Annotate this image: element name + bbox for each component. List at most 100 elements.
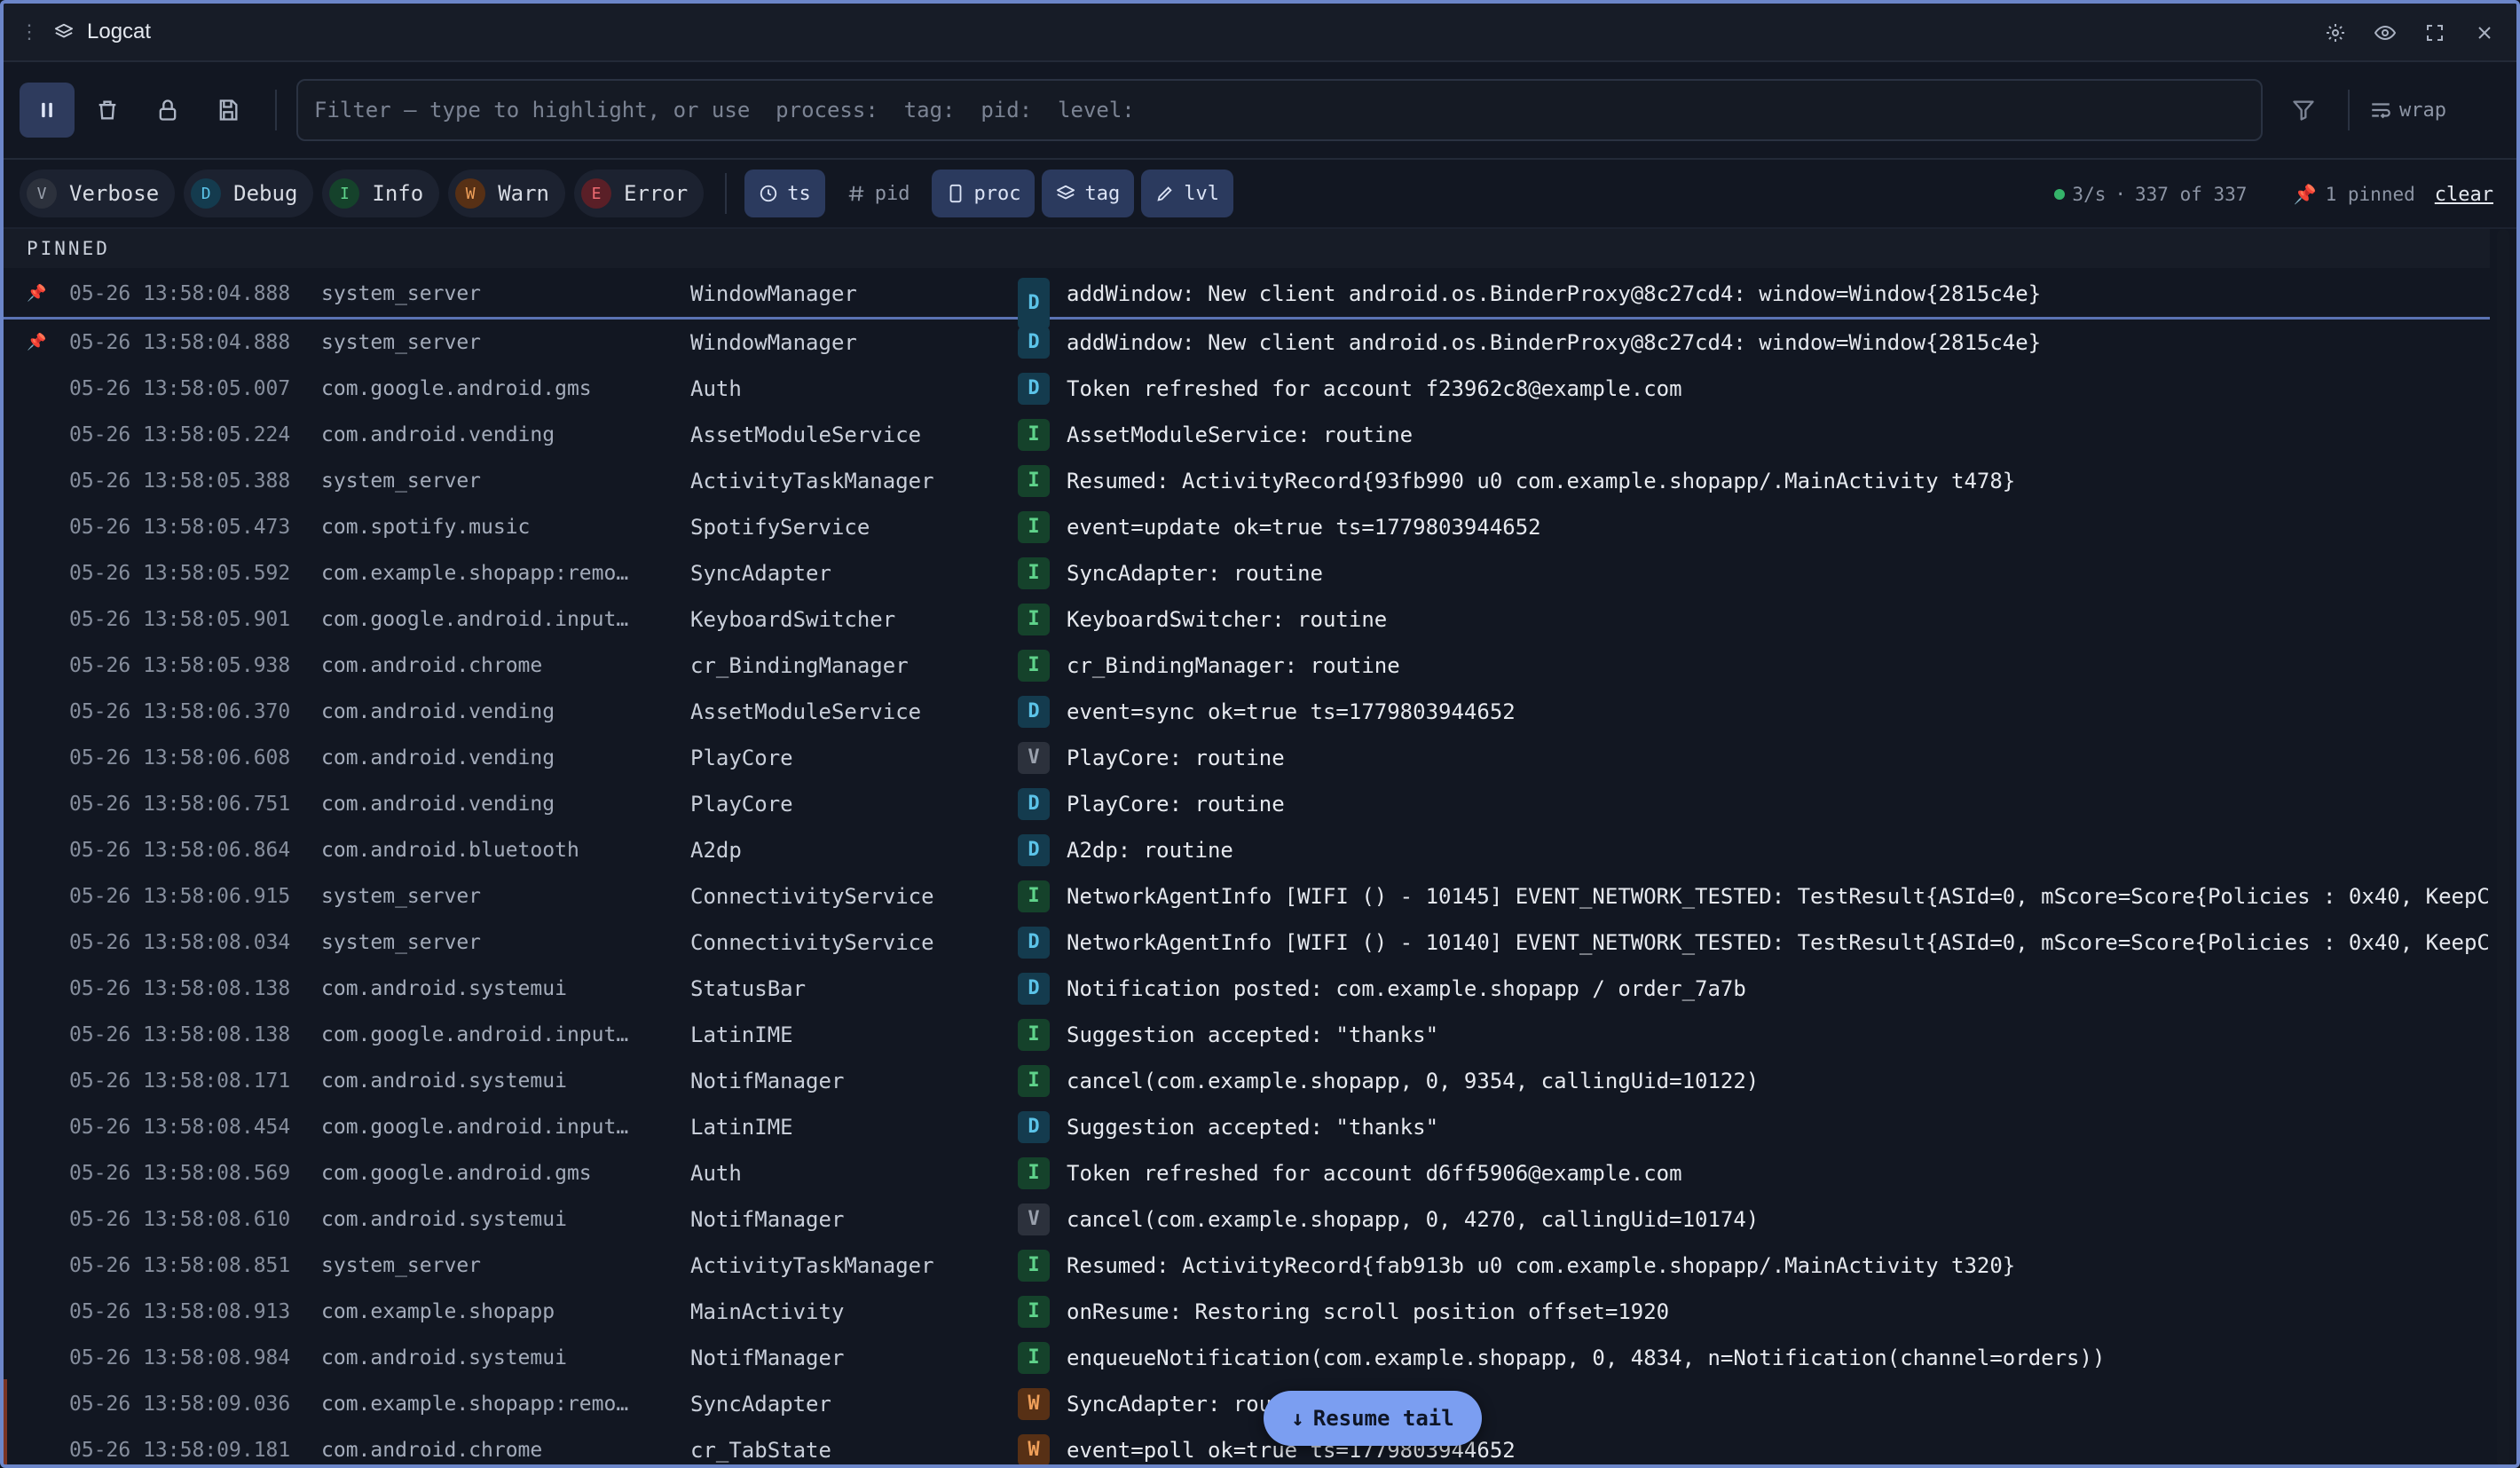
level-badge: W xyxy=(1018,1434,1050,1464)
pin-icon[interactable] xyxy=(27,1243,48,1289)
pin-icon[interactable] xyxy=(27,1104,48,1150)
pin-icon[interactable] xyxy=(27,458,48,504)
pin-icon[interactable] xyxy=(27,689,48,735)
hash-icon xyxy=(847,184,866,203)
pin-icon[interactable] xyxy=(27,919,48,966)
resume-tail-button[interactable]: ↓ Resume tail xyxy=(1264,1391,1482,1446)
pin-icon[interactable] xyxy=(27,1427,48,1464)
level-letter-badge: E xyxy=(581,178,611,209)
pin-icon[interactable] xyxy=(27,366,48,412)
level-badge: I xyxy=(1018,419,1050,451)
process-name: com.android.systemui xyxy=(321,1208,567,1231)
scrollbar[interactable] xyxy=(2490,229,2516,1464)
pin-icon[interactable] xyxy=(27,1381,48,1427)
toolbar: wrap xyxy=(4,62,2516,160)
level-badge: I xyxy=(1018,650,1050,682)
column-toggle-pid[interactable]: pid xyxy=(832,170,925,217)
column-toggle-tag[interactable]: tag xyxy=(1042,170,1135,217)
clear-pins-link[interactable]: clear xyxy=(2435,184,2493,206)
pin-icon[interactable] xyxy=(27,504,48,550)
process-name: com.google.android.inputmet… xyxy=(321,1116,632,1139)
log-row[interactable]: 05-26 13:58:05.388 system_server ActivityT… xyxy=(4,458,2493,504)
level-filter-label: Verbose xyxy=(69,181,160,206)
log-row[interactable]: 05-26 13:58:08.454 com.google.android.inp… xyxy=(4,1104,2493,1150)
log-message: SyncAdapter: routine xyxy=(1067,561,1323,586)
level-filter-warn[interactable]: W Warn xyxy=(448,170,565,217)
log-message: Resumed: ActivityRecord{93fb990 u0 com.e… xyxy=(1067,469,2016,493)
pin-icon[interactable] xyxy=(27,1289,48,1335)
log-row[interactable]: 05-26 13:58:06.915 system_server Connectiv… xyxy=(4,873,2493,919)
scrollbar-thumb[interactable] xyxy=(2497,229,2509,1464)
pin-icon[interactable]: 📌 xyxy=(27,268,48,320)
pinned-row[interactable]: 📌 05-26 13:58:04.888 system_server Windo… xyxy=(4,268,2493,329)
log-row[interactable]: 📌 05-26 13:58:04.888 system_server WindowMa… xyxy=(4,320,2493,366)
wrap-toggle[interactable]: wrap xyxy=(2369,99,2446,122)
pin-icon[interactable] xyxy=(27,412,48,458)
pin-icon[interactable] xyxy=(27,1058,48,1104)
log-row[interactable]: 05-26 13:58:05.007 com.google.android.gms… xyxy=(4,366,2493,412)
save-icon[interactable] xyxy=(201,83,256,138)
lock-icon[interactable] xyxy=(140,83,195,138)
pin-icon[interactable] xyxy=(27,643,48,689)
pause-button[interactable] xyxy=(20,83,75,138)
log-row[interactable]: 05-26 13:58:08.610 com.android.systemui No… xyxy=(4,1196,2493,1243)
level-badge: I xyxy=(1018,557,1050,589)
pin-icon[interactable] xyxy=(27,550,48,596)
filter-input[interactable] xyxy=(296,79,2263,141)
level-badge: I xyxy=(1018,604,1050,635)
drag-handle-icon[interactable]: ⋮ xyxy=(20,22,41,42)
log-row[interactable]: 05-26 13:58:09.181 com.android.chrome cr_T… xyxy=(4,1427,2493,1464)
log-row[interactable]: 05-26 13:58:06.864 com.android.bluetooth A… xyxy=(4,827,2493,873)
log-row[interactable]: 05-26 13:58:08.034 system_server Connectiv… xyxy=(4,919,2493,966)
log-row[interactable]: 05-26 13:58:08.138 com.google.android.inp… xyxy=(4,1012,2493,1058)
log-row[interactable]: 05-26 13:58:08.984 com.android.systemui No… xyxy=(4,1335,2493,1381)
level-filter-info[interactable]: I Info xyxy=(322,170,440,217)
column-toggle-ts[interactable]: ts xyxy=(744,170,825,217)
log-row[interactable]: 05-26 13:58:08.569 com.google.android.gms… xyxy=(4,1150,2493,1196)
settings-gear-icon[interactable] xyxy=(2319,17,2351,49)
log-row[interactable]: 05-26 13:58:05.938 com.android.chrome cr_B… xyxy=(4,643,2493,689)
log-row[interactable]: 05-26 13:58:05.901 com.google.android.inp… xyxy=(4,596,2493,643)
tag-name: NotifManager xyxy=(690,1069,845,1093)
pinned-log-row[interactable]: 📌 05-26 13:58:04.888 system_server Windo… xyxy=(4,268,2493,329)
pin-icon[interactable] xyxy=(27,596,48,643)
column-toggle-lvl[interactable]: lvl xyxy=(1141,170,1233,217)
level-filter-error[interactable]: E Error xyxy=(574,170,705,217)
level-filter-debug[interactable]: D Debug xyxy=(184,170,314,217)
tag-name: PlayCore xyxy=(690,792,793,817)
pin-icon[interactable] xyxy=(27,1335,48,1381)
eye-icon[interactable] xyxy=(2369,17,2401,49)
log-list[interactable]: 📌 05-26 13:58:04.888 system_server WindowMa… xyxy=(4,320,2493,1464)
log-row[interactable]: 05-26 13:58:06.751 com.android.vending Pla… xyxy=(4,781,2493,827)
pin-icon[interactable]: 📌 xyxy=(27,320,48,366)
close-icon[interactable] xyxy=(2469,17,2500,49)
log-row[interactable]: 05-26 13:58:06.608 com.android.vending Pla… xyxy=(4,735,2493,781)
log-row[interactable]: 05-26 13:58:05.224 com.android.vending Ass… xyxy=(4,412,2493,458)
log-row[interactable]: 05-26 13:58:06.370 com.android.vending Ass… xyxy=(4,689,2493,735)
pin-icon[interactable] xyxy=(27,827,48,873)
log-row[interactable]: 05-26 13:58:05.473 com.spotify.music Spoti… xyxy=(4,504,2493,550)
log-row[interactable]: 05-26 13:58:08.171 com.android.systemui No… xyxy=(4,1058,2493,1104)
pin-icon[interactable] xyxy=(27,735,48,781)
log-row[interactable]: 05-26 13:58:08.913 com.example.shopapp Mai… xyxy=(4,1289,2493,1335)
log-message: cr_BindingManager: routine xyxy=(1067,653,1400,678)
log-row[interactable]: 05-26 13:58:08.138 com.android.systemui St… xyxy=(4,966,2493,1012)
timestamp: 05-26 13:58:08.138 xyxy=(69,977,291,1000)
pin-icon[interactable] xyxy=(27,781,48,827)
count-text: 337 of 337 xyxy=(2135,184,2248,205)
pin-icon[interactable] xyxy=(27,1012,48,1058)
column-toggle-proc[interactable]: proc xyxy=(931,170,1036,217)
log-row[interactable]: 05-26 13:58:09.036 com.example.shopapp:re… xyxy=(4,1381,2493,1427)
log-row[interactable]: 05-26 13:58:08.851 system_server ActivityT… xyxy=(4,1243,2493,1289)
level-filter-verbose[interactable]: V Verbose xyxy=(20,170,176,217)
tag-name: cr_BindingManager xyxy=(690,653,909,678)
pin-icon[interactable] xyxy=(27,1150,48,1196)
pin-icon[interactable] xyxy=(27,873,48,919)
trash-icon[interactable] xyxy=(80,83,135,138)
maximize-icon[interactable] xyxy=(2419,17,2451,49)
log-row[interactable]: 05-26 13:58:05.592 com.example.shopapp:re… xyxy=(4,550,2493,596)
pin-icon[interactable] xyxy=(27,1196,48,1243)
process-name: com.android.systemui xyxy=(321,977,567,1000)
funnel-icon[interactable] xyxy=(2279,85,2328,135)
pin-icon[interactable] xyxy=(27,966,48,1012)
